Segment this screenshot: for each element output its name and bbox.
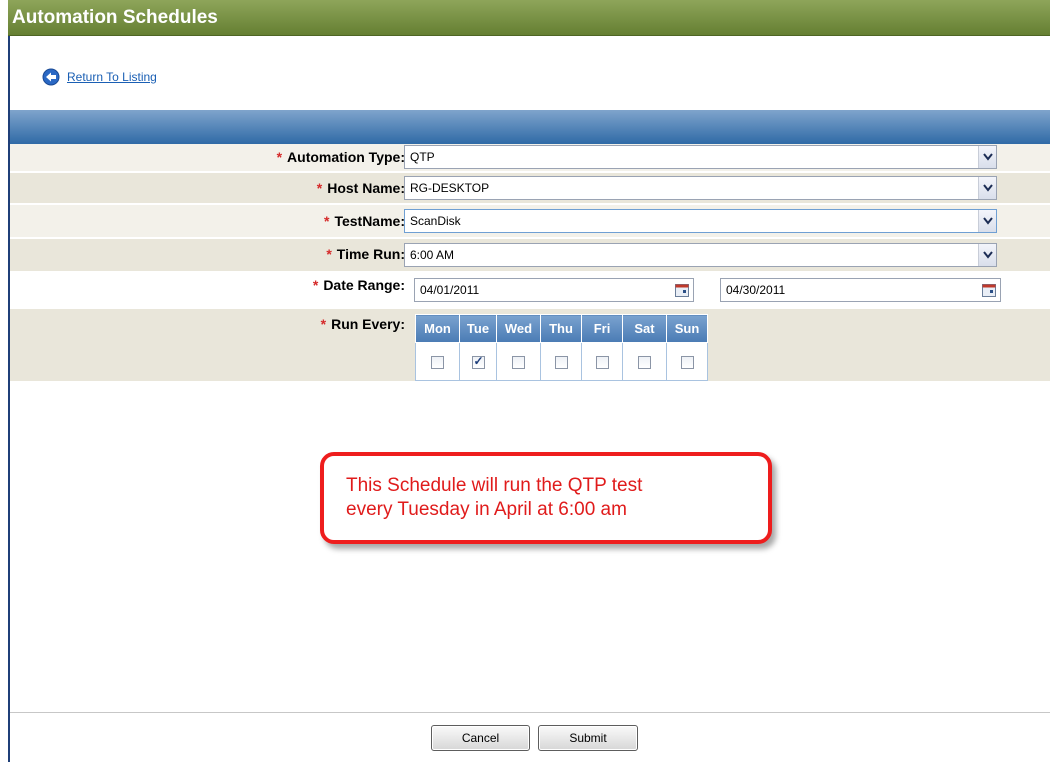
host-name-label: * Host Name: [317, 180, 405, 196]
checkbox-sat[interactable] [638, 355, 651, 369]
callout-text: This Schedule will run the QTP test ever… [346, 474, 766, 522]
test-name-select[interactable]: ScanDisk [404, 209, 997, 233]
day-cell-fri [581, 342, 623, 381]
automation-type-select[interactable]: QTP [404, 145, 997, 169]
return-to-listing-link[interactable]: Return To Listing [42, 68, 157, 86]
time-run-label: * Time Run: [326, 246, 405, 262]
test-name-label: * TestName: [324, 213, 405, 229]
annotation-callout: This Schedule will run the QTP test ever… [320, 452, 772, 544]
host-name-select[interactable]: RG-DESKTOP [404, 176, 997, 200]
day-cell-thu [540, 342, 582, 381]
checkbox-fri[interactable] [595, 355, 609, 369]
day-header-mon: Mon [415, 314, 460, 343]
test-name-value: ScanDisk [410, 214, 461, 228]
date-range-label: * Date Range: [313, 277, 405, 293]
chevron-down-icon[interactable] [978, 210, 996, 232]
weekday-selector: Mon Tue Wed Thu Fri Sat Sun [415, 314, 708, 381]
required-marker: * [326, 246, 332, 262]
chevron-down-icon[interactable] [978, 146, 996, 168]
checkbox-sun[interactable] [680, 355, 694, 369]
required-marker: * [320, 316, 327, 332]
required-marker: * [312, 277, 319, 293]
day-cell-sat [622, 342, 667, 381]
end-date-input[interactable]: 04/30/2011 [720, 278, 1001, 302]
time-run-select[interactable]: 6:00 AM [404, 243, 997, 267]
checkbox-thu[interactable] [554, 355, 568, 369]
day-header-tue: Tue [459, 314, 497, 343]
day-cell-tue [459, 342, 497, 381]
host-name-value: RG-DESKTOP [410, 181, 490, 195]
day-cell-sun [666, 342, 708, 381]
chevron-down-icon[interactable] [978, 177, 996, 199]
checkbox-wed[interactable] [512, 355, 525, 369]
app-frame: Automation Schedules Return To Listing *… [0, 0, 1050, 762]
chevron-down-icon[interactable] [978, 244, 996, 266]
automation-type-value: QTP [410, 150, 435, 164]
time-run-label-text: Time Run: [336, 246, 405, 262]
callout-line-1: This Schedule will run the QTP test [346, 475, 643, 496]
day-header-wed: Wed [496, 314, 541, 343]
footer-divider [10, 712, 1050, 713]
end-date-value: 04/30/2011 [726, 283, 786, 297]
time-run-value: 6:00 AM [410, 248, 455, 262]
start-date-value: 04/01/2011 [420, 283, 480, 297]
calendar-icon[interactable] [978, 279, 1000, 301]
day-cell-wed [496, 342, 541, 381]
day-header-fri: Fri [581, 314, 623, 343]
automation-type-label-text: Automation Type: [287, 149, 405, 165]
run-every-label-text: Run Every: [331, 316, 405, 332]
checkbox-mon[interactable] [431, 355, 444, 369]
start-date-input[interactable]: 04/01/2011 [414, 278, 694, 302]
calendar-icon[interactable] [671, 279, 693, 301]
required-marker: * [276, 149, 283, 165]
cancel-button[interactable]: Cancel [431, 725, 530, 751]
return-to-listing-label[interactable]: Return To Listing [67, 70, 157, 84]
run-every-label: * Run Every: [321, 316, 405, 332]
automation-type-label: * Automation Type: [277, 149, 405, 165]
callout-line-2: every Tuesday in April at 6:00 am [346, 499, 627, 520]
checkbox-tue[interactable] [471, 354, 485, 369]
test-name-label-text: TestName: [334, 213, 405, 229]
host-name-label-text: Host Name: [327, 180, 405, 196]
day-header-sun: Sun [666, 314, 708, 343]
required-marker: * [324, 213, 330, 229]
day-cell-mon [415, 342, 460, 381]
page-title: Automation Schedules [12, 7, 218, 28]
day-header-thu: Thu [540, 314, 582, 343]
title-bar: Automation Schedules [8, 0, 1050, 36]
day-header-sat: Sat [622, 314, 667, 343]
submit-button[interactable]: Submit [538, 725, 638, 751]
required-marker: * [316, 180, 323, 196]
back-arrow-icon [42, 68, 60, 86]
section-header-band [10, 110, 1050, 144]
date-range-label-text: Date Range: [323, 277, 405, 293]
